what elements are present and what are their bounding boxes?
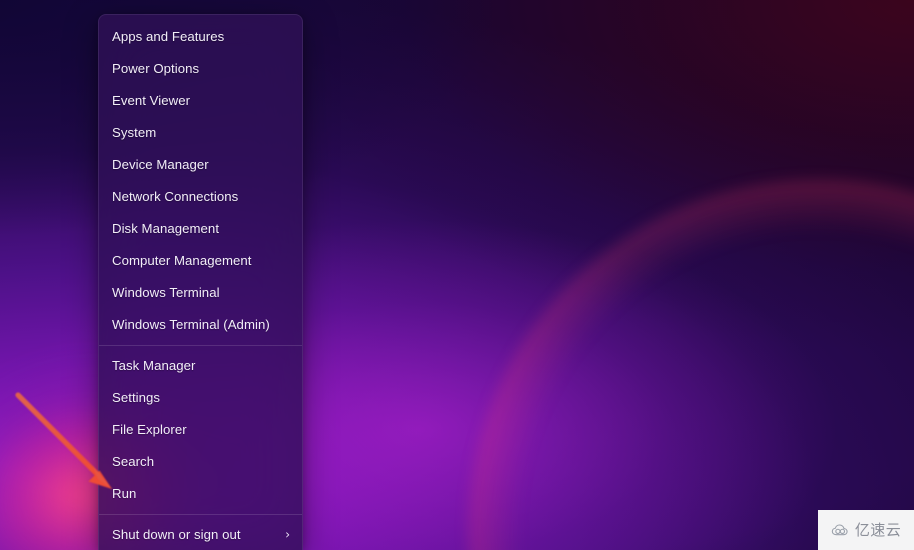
menu-item-apps-and-features[interactable]: Apps and Features bbox=[99, 21, 302, 53]
menu-item-network-connections[interactable]: Network Connections bbox=[99, 181, 302, 213]
menu-item-run[interactable]: Run bbox=[99, 478, 302, 510]
menu-item-label: Apps and Features bbox=[112, 29, 225, 45]
menu-item-label: File Explorer bbox=[112, 422, 187, 438]
menu-group-shell-tools: Task Manager Settings File Explorer Sear… bbox=[99, 350, 302, 510]
menu-item-computer-management[interactable]: Computer Management bbox=[99, 245, 302, 277]
menu-separator-2 bbox=[99, 514, 302, 515]
watermark: 亿速云 bbox=[818, 510, 914, 550]
menu-item-label: Windows Terminal bbox=[112, 285, 220, 301]
menu-item-windows-terminal-admin[interactable]: Windows Terminal (Admin) bbox=[99, 309, 302, 341]
menu-item-label: System bbox=[112, 125, 157, 141]
menu-item-label: Network Connections bbox=[112, 189, 239, 205]
menu-item-label: Disk Management bbox=[112, 221, 220, 237]
menu-item-search[interactable]: Search bbox=[99, 446, 302, 478]
menu-item-label: Run bbox=[112, 486, 137, 502]
menu-item-label: Settings bbox=[112, 390, 161, 406]
menu-item-label: Power Options bbox=[112, 61, 200, 77]
power-user-menu[interactable]: Apps and Features Power Options Event Vi… bbox=[98, 14, 303, 550]
menu-item-file-explorer[interactable]: File Explorer bbox=[99, 414, 302, 446]
menu-item-disk-management[interactable]: Disk Management bbox=[99, 213, 302, 245]
menu-group-system-tools: Apps and Features Power Options Event Vi… bbox=[99, 21, 302, 341]
menu-item-label: Search bbox=[112, 454, 155, 470]
menu-item-device-manager[interactable]: Device Manager bbox=[99, 149, 302, 181]
watermark-text: 亿速云 bbox=[854, 520, 902, 539]
menu-item-windows-terminal[interactable]: Windows Terminal bbox=[99, 277, 302, 309]
menu-item-settings[interactable]: Settings bbox=[99, 382, 302, 414]
menu-item-task-manager[interactable]: Task Manager bbox=[99, 350, 302, 382]
chevron-right-icon: › bbox=[285, 527, 290, 542]
menu-item-system[interactable]: System bbox=[99, 117, 302, 149]
screen: Apps and Features Power Options Event Vi… bbox=[0, 0, 914, 550]
menu-item-label: Shut down or sign out bbox=[112, 527, 241, 543]
menu-item-label: Device Manager bbox=[112, 157, 209, 173]
cloud-icon bbox=[831, 524, 848, 536]
menu-item-event-viewer[interactable]: Event Viewer bbox=[99, 85, 302, 117]
menu-item-label: Event Viewer bbox=[112, 93, 191, 109]
menu-item-label: Computer Management bbox=[112, 253, 252, 269]
menu-item-shut-down-or-sign-out[interactable]: Shut down or sign out › bbox=[99, 519, 302, 550]
menu-item-label: Windows Terminal (Admin) bbox=[112, 317, 270, 333]
menu-separator-1 bbox=[99, 345, 302, 346]
menu-group-session: Shut down or sign out › bbox=[99, 519, 302, 550]
menu-item-label: Task Manager bbox=[112, 358, 196, 374]
menu-item-power-options[interactable]: Power Options bbox=[99, 53, 302, 85]
